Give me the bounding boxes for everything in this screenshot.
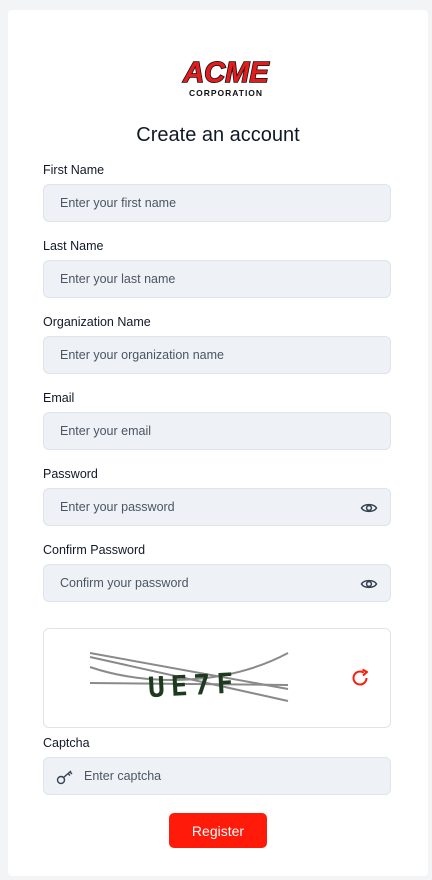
confirm-password-input[interactable] [44, 565, 390, 601]
page-title: Create an account [136, 124, 300, 146]
captcha-field-wrapper [43, 757, 391, 795]
acme-logo: ACME CORPORATION [182, 56, 272, 98]
refresh-icon[interactable] [349, 667, 371, 689]
captcha-image: UE7F [89, 652, 289, 704]
register-button[interactable]: Register [169, 813, 267, 848]
captcha-input[interactable] [44, 758, 390, 794]
svg-text:UE7F: UE7F [147, 666, 240, 704]
svg-text:ACME: ACME [182, 57, 270, 89]
svg-text:CORPORATION: CORPORATION [189, 88, 263, 98]
eye-icon[interactable] [360, 500, 378, 516]
first-name-input[interactable] [44, 185, 390, 221]
confirm-password-label: Confirm Password [43, 543, 146, 557]
eye-icon[interactable] [360, 576, 378, 592]
organization-name-input[interactable] [44, 337, 390, 373]
email-field-wrapper [43, 412, 391, 450]
register-card: ACME CORPORATION Create an account First… [8, 10, 428, 876]
password-label: Password [43, 467, 98, 481]
password-field-wrapper [43, 488, 391, 526]
email-input[interactable] [44, 413, 390, 449]
confirm-password-field-wrapper [43, 564, 391, 602]
last-name-input[interactable] [44, 261, 390, 297]
organization-name-label: Organization Name [43, 315, 151, 329]
first-name-label: First Name [43, 163, 105, 177]
last-name-label: Last Name [43, 239, 104, 253]
captcha-label: Captcha [43, 736, 90, 750]
first-name-field-wrapper [43, 184, 391, 222]
password-input[interactable] [44, 489, 390, 525]
email-label: Email [43, 391, 75, 405]
organization-field-wrapper [43, 336, 391, 374]
captcha-panel: UE7F [43, 628, 391, 728]
last-name-field-wrapper [43, 260, 391, 298]
